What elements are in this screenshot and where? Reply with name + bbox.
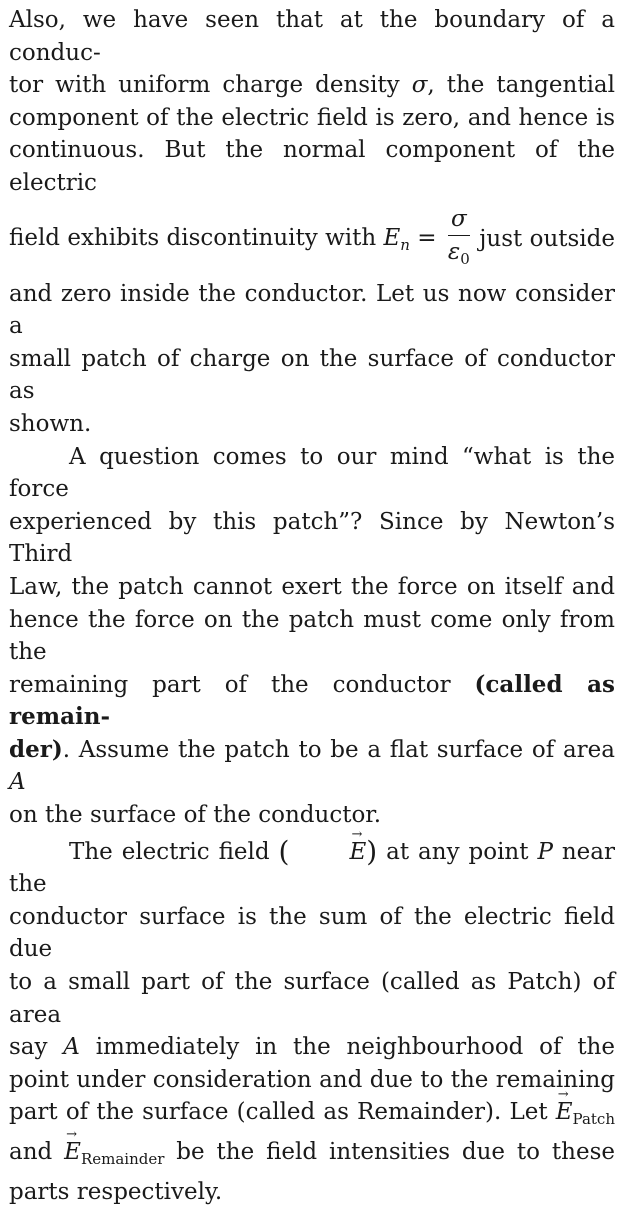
text-line: shown. (9, 410, 92, 437)
text-line: small patch of charge on the surface of … (9, 345, 615, 405)
area-symbol: A (63, 1034, 80, 1061)
text-line: continuous. But the normal component of … (9, 137, 615, 196)
text-line: say A immediately in the neighbourhood o… (9, 1034, 615, 1061)
text-line: Also, we have seen that at the boundary … (9, 7, 615, 66)
text-line: conductor surface is the sum of the elec… (9, 903, 615, 963)
paragraph-3: The electric field (E) at any point P ne… (9, 819, 615, 1208)
document-page: Also, we have seen that at the boundary … (9, 4, 615, 1208)
sigma-over-epsilon-fraction: σ ε0 (447, 205, 470, 268)
text-line: and zero inside the conductor. Let us no… (9, 280, 615, 340)
equation-line: field exhibits discontinuity with En = σ… (9, 200, 615, 278)
text-line: and ERemainder be the field intensities … (9, 1119, 615, 1176)
text-line: A question comes to our mind “what is th… (9, 443, 615, 503)
text-line: point under consideration and due to the… (9, 1066, 615, 1093)
text-line: parts respectively. (9, 1178, 223, 1205)
remainder-field-symbol: E (64, 1119, 81, 1169)
patch-field-symbol: E (556, 1080, 573, 1129)
paragraph-2: A question comes to our mind “what is th… (9, 441, 615, 832)
paragraph-1: Also, we have seen that at the boundary … (9, 4, 615, 441)
text-line: The electric field (E) at any point P ne… (9, 819, 615, 901)
text-line: to a small part of the surface (called a… (9, 969, 615, 1028)
point-symbol: P (537, 838, 553, 865)
text-line: part of the surface (called as Remainder… (9, 1080, 615, 1136)
text-line: Law, the patch cannot exert the force on… (9, 573, 615, 600)
text-line: experienced by this patch”? Since by New… (9, 508, 615, 568)
sigma-symbol: σ (411, 72, 428, 99)
text-line: component of the electric field is zero,… (9, 104, 615, 131)
text-line: hence the force on the patch must come o… (9, 606, 615, 666)
text-line: remaining part of the conductor (called … (9, 670, 615, 731)
text-line: tor with uniform charge density σ, the t… (9, 72, 615, 99)
field-vector-symbol: E (289, 819, 366, 869)
text-line: der). Assume the patch to be a flat surf… (9, 735, 615, 796)
normal-field-symbol: E (383, 224, 401, 251)
